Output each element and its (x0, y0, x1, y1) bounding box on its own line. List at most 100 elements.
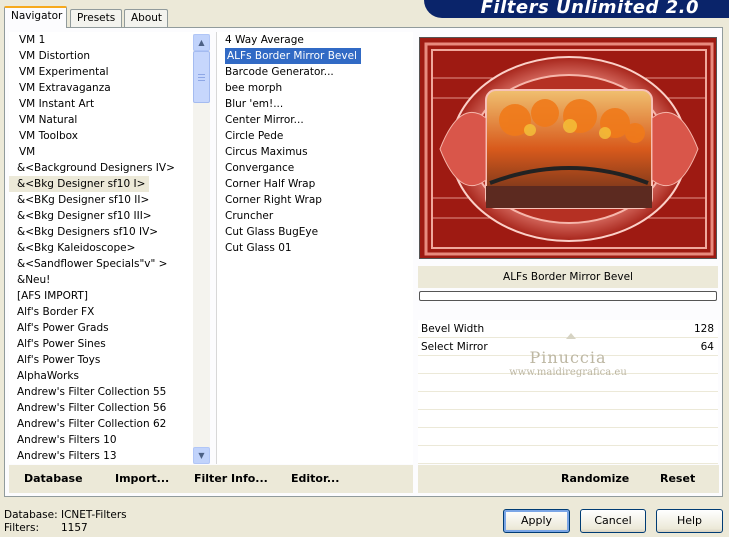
category-rows: VM 1 VM Distortion VM Experimental VM Extra… (9, 32, 209, 464)
filter-item[interactable]: Circle Pede (217, 128, 413, 144)
cancel-button[interactable]: Cancel (580, 509, 646, 533)
filter-item[interactable]: 4 Way Average (217, 32, 413, 48)
filter-label: Convergance (225, 162, 295, 174)
tab-presets[interactable]: Presets (70, 9, 122, 27)
filter-item[interactable]: Barcode Generator... (217, 64, 413, 80)
category-label: [AFS IMPORT] (17, 290, 88, 302)
category-item[interactable]: &Neu! (9, 272, 209, 288)
filter-item[interactable]: bee morph (217, 80, 413, 96)
category-label: VM Toolbox (19, 130, 78, 142)
category-item[interactable]: &<Bkg Designer sf10 III> (9, 208, 209, 224)
filter-item[interactable]: Convergance (217, 160, 413, 176)
filter-label: Corner Half Wrap (225, 178, 316, 190)
category-label: Alf's Power Grads (17, 322, 109, 334)
filter-item[interactable]: Cut Glass 01 (217, 240, 413, 256)
category-item[interactable]: VM Toolbox (9, 128, 209, 144)
category-item[interactable]: VM 1 (9, 32, 209, 48)
filter-item[interactable]: Cut Glass BugEye (217, 224, 413, 240)
category-item[interactable]: Andrew's Filter Collection 62 (9, 416, 209, 432)
scroll-down-button[interactable]: ▼ (193, 447, 210, 464)
filter-label: Circle Pede (225, 130, 284, 142)
category-label: Alf's Power Toys (17, 354, 101, 366)
filter-item[interactable]: Corner Right Wrap (217, 192, 413, 208)
param-empty (418, 446, 718, 464)
parameter-panel: Bevel Width 128 Select Mirror 64 Pinucci… (418, 320, 718, 464)
category-label: Andrew's Filter Collection 56 (17, 402, 167, 414)
category-item[interactable]: Andrew's Filter Collection 55 (9, 384, 209, 400)
category-item[interactable]: Alf's Power Toys (9, 352, 209, 368)
import-button[interactable]: Import... (115, 472, 169, 485)
watermark-name: Pinuccia (529, 348, 607, 367)
category-list[interactable]: VM 1 VM Distortion VM Experimental VM Extra… (9, 32, 210, 464)
slider-marker (566, 333, 576, 339)
help-button[interactable]: Help (656, 509, 723, 533)
category-item[interactable]: AlphaWorks (9, 368, 209, 384)
brand-banner: Filters Unlimited 2.0 (424, 0, 729, 18)
brand-title: Filters Unlimited 2.0 (480, 0, 699, 18)
category-item[interactable]: Andrew's Filters 10 (9, 432, 209, 448)
filter-item[interactable]: Corner Half Wrap (217, 176, 413, 192)
category-label: VM Experimental (19, 66, 109, 78)
category-label: VM (19, 146, 36, 158)
category-label: Andrew's Filter Collection 55 (17, 386, 167, 398)
filter-label: Center Mirror... (225, 114, 304, 126)
category-label: VM Instant Art (19, 98, 95, 110)
filter-label: Cruncher (225, 210, 274, 222)
category-label: Andrew's Filters 10 (17, 434, 117, 446)
filter-item[interactable]: Circus Maximus (217, 144, 413, 160)
category-item[interactable]: VM (9, 144, 209, 160)
apply-button[interactable]: Apply (503, 509, 570, 533)
category-item[interactable]: VM Experimental (9, 64, 209, 80)
category-label: &Neu! (17, 274, 51, 286)
filter-label: Cut Glass 01 (225, 242, 292, 254)
category-item[interactable]: &<Bkg Designer sf10 I> (9, 176, 209, 192)
category-item[interactable]: VM Extravaganza (9, 80, 209, 96)
tab-navigator[interactable]: Navigator (4, 6, 67, 28)
filter-info-button[interactable]: Filter Info... (194, 472, 268, 485)
randomize-button[interactable]: Randomize (561, 472, 629, 485)
editor-button[interactable]: Editor... (291, 472, 339, 485)
param-empty (418, 392, 718, 410)
tab-about[interactable]: About (124, 9, 168, 27)
filter-item[interactable]: ALFs Border Mirror Bevel (217, 48, 413, 64)
database-label: Database: (4, 509, 58, 521)
current-filter-name: ALFs Border Mirror Bevel (418, 266, 718, 288)
param-label: Bevel Width (421, 323, 485, 335)
filter-item[interactable]: Blur 'em!... (217, 96, 413, 112)
category-item[interactable]: Andrew's Filters 13 (9, 448, 209, 464)
filter-item[interactable]: Center Mirror... (217, 112, 413, 128)
category-label: &<BKg Designer sf10 II> (17, 194, 150, 206)
category-scrollbar[interactable]: ▲ ▼ (193, 34, 210, 464)
category-item[interactable]: Alf's Power Sines (9, 336, 209, 352)
list-button-bar: Database Import... Filter Info... Editor… (9, 465, 413, 493)
category-item[interactable]: &<BKg Designer sf10 II> (9, 192, 209, 208)
category-item[interactable]: Alf's Power Grads (9, 320, 209, 336)
category-item[interactable]: Andrew's Filter Collection 56 (9, 400, 209, 416)
category-label: &<Background Designers IV> (17, 162, 175, 174)
filter-list[interactable]: 4 Way Average ALFs Border Mirror Bevel Bar… (216, 32, 413, 464)
param-empty (418, 428, 718, 446)
grip-line (198, 74, 205, 75)
category-label: &<Bkg Designers sf10 IV> (17, 226, 159, 238)
progress-bar (419, 291, 717, 301)
filter-label: Blur 'em!... (225, 98, 284, 110)
category-item[interactable]: &<Sandflower Specials"v" > (9, 256, 209, 272)
reset-button[interactable]: Reset (660, 472, 695, 485)
category-label: Alf's Power Sines (17, 338, 106, 350)
filter-item[interactable]: Cruncher (217, 208, 413, 224)
scroll-thumb[interactable] (193, 51, 210, 103)
category-item[interactable]: &<Bkg Kaleidoscope> (9, 240, 209, 256)
category-item[interactable]: [AFS IMPORT] (9, 288, 209, 304)
category-label: Andrew's Filter Collection 62 (17, 418, 167, 430)
category-label: VM 1 (19, 34, 46, 46)
category-item[interactable]: VM Distortion (9, 48, 209, 64)
database-button[interactable]: Database (24, 472, 83, 485)
category-item[interactable]: VM Instant Art (9, 96, 209, 112)
param-empty (418, 410, 718, 428)
category-item[interactable]: &<Background Designers IV> (9, 160, 209, 176)
category-item[interactable]: Alf's Border FX (9, 304, 209, 320)
category-label: &<Bkg Designer sf10 I> (9, 176, 150, 192)
category-item[interactable]: &<Bkg Designers sf10 IV> (9, 224, 209, 240)
category-item[interactable]: VM Natural (9, 112, 209, 128)
scroll-up-button[interactable]: ▲ (193, 34, 210, 51)
